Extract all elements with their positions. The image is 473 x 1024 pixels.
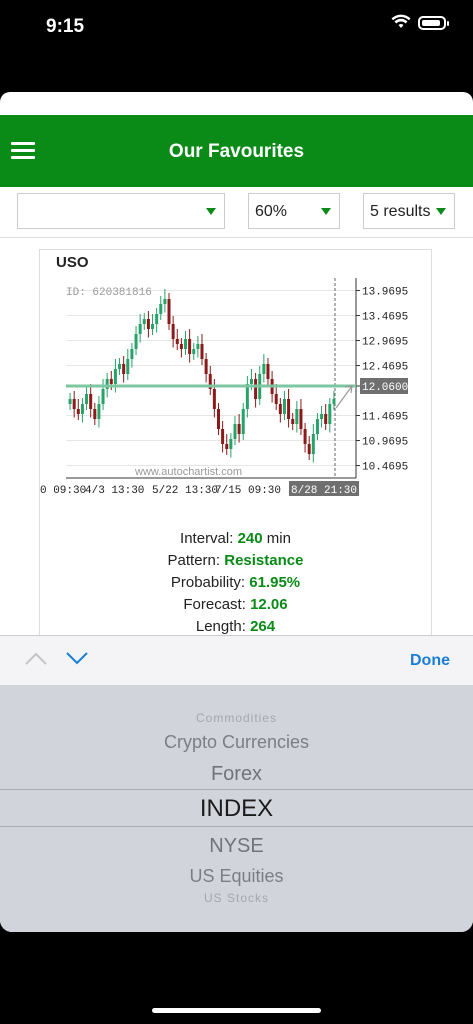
interval-unit: min <box>266 530 291 547</box>
filter-bar: 60% 5 results <box>0 187 473 238</box>
chart-id: ID: 620381816 <box>66 287 152 299</box>
forecast-value: 12.06 <box>250 596 288 613</box>
picker-option[interactable]: US Equities <box>0 866 473 887</box>
forecast-row: Forecast: 12.06 <box>40 596 431 613</box>
forecast-label: Forecast: <box>183 596 246 613</box>
wifi-icon <box>391 14 411 28</box>
status-bar: 9:15 <box>0 0 473 50</box>
x-tick-label: 8/28 21:30 <box>291 485 357 497</box>
picker-option[interactable]: Crypto Currencies <box>0 732 473 753</box>
y-tick-label: 12.9695 <box>362 337 408 349</box>
probability-select-value: 60% <box>255 203 288 220</box>
dropdown-arrow-icon <box>206 208 216 215</box>
x-tick-label: 7/15 09:30 <box>215 485 281 497</box>
candlestick-chart: 13.9695 13.4695 12.9695 12.4695 12.0600 11.46… <box>40 278 408 497</box>
chart-watermark: www.autochartist.com <box>134 466 242 478</box>
x-tick-label: 0 09:30 <box>40 485 86 497</box>
instrument-symbol: USO <box>56 254 89 271</box>
x-tick-label: 5/22 13:30 <box>152 485 218 497</box>
pattern-label: Pattern: <box>167 552 221 569</box>
pattern-row: Pattern: Resistance <box>40 552 431 569</box>
y-tick-label: 13.4695 <box>362 312 408 324</box>
dropdown-arrow-icon <box>436 208 446 215</box>
done-button[interactable]: Done <box>410 652 450 670</box>
y-tick-label: 10.9695 <box>362 437 408 449</box>
y-tick-label: 10.4695 <box>362 462 408 474</box>
y-tick-label: 11.4695 <box>362 412 408 424</box>
battery-icon <box>418 16 449 30</box>
picker-option[interactable]: US Stocks <box>0 891 473 905</box>
result-card[interactable]: USO 13.9695 13.4695 12.9695 12.4695 12.0600 1… <box>39 249 432 649</box>
chevron-down-icon[interactable] <box>65 650 89 666</box>
y-tick-label: 12.0600 <box>362 382 408 394</box>
picker-option[interactable]: NYSE <box>0 835 473 858</box>
y-tick-label: 12.4695 <box>362 362 408 374</box>
length-value: 264 <box>250 618 276 635</box>
interval-value: 240 <box>237 530 263 547</box>
length-row: Length: 264 <box>40 618 431 635</box>
x-tick-label: 4/3 13:30 <box>85 485 144 497</box>
picker-option[interactable]: Commodities <box>0 711 473 725</box>
length-label: Length: <box>195 618 246 635</box>
probability-select[interactable]: 60% <box>248 193 340 229</box>
interval-label: Interval: <box>180 530 234 547</box>
status-time: 9:15 <box>46 16 85 37</box>
nav-bar: Our Favourites <box>0 115 473 187</box>
interval-row: Interval: 240 min <box>40 530 431 547</box>
probability-row: Probability: 61.95% <box>40 574 431 591</box>
pattern-value: Resistance <box>224 552 304 569</box>
picker-toolbar: Done <box>0 635 473 686</box>
picker-option[interactable]: Forex <box>0 763 473 786</box>
probability-label: Probability: <box>170 574 246 591</box>
results-select[interactable]: 5 results <box>363 193 455 229</box>
picker-option-selected[interactable]: INDEX <box>0 795 473 823</box>
probability-value: 61.95% <box>249 574 301 591</box>
dropdown-arrow-icon <box>321 208 331 215</box>
page-title: Our Favourites <box>168 141 305 162</box>
app-sheet: Our Favourites 60% 5 results USO 13.9695… <box>0 92 473 932</box>
chevron-up-icon[interactable] <box>24 650 48 666</box>
category-select[interactable] <box>17 193 225 229</box>
y-tick-label: 13.9695 <box>362 287 408 299</box>
home-indicator[interactable] <box>152 1008 321 1013</box>
results-select-value: 5 results <box>370 203 431 220</box>
option-picker[interactable]: Commodities Crypto Currencies Forex INDE… <box>0 685 473 932</box>
